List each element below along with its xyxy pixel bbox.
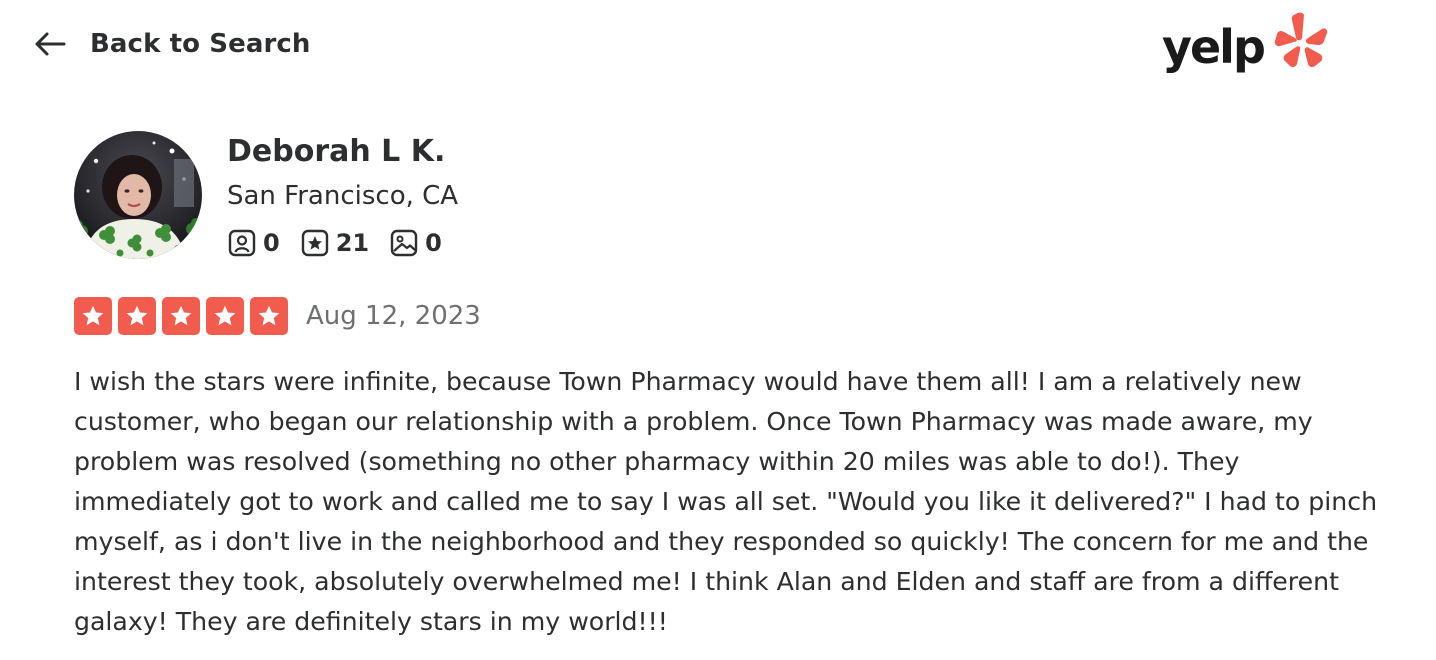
yelp-burst-icon <box>1274 12 1328 68</box>
star-rating: Aug 12, 2023 <box>74 297 481 335</box>
avatar-photo <box>74 131 202 259</box>
review-page: Back to Search yelp Deborah L K. San Fra… <box>0 0 1436 660</box>
reviews-stat: 21 <box>300 228 369 258</box>
star-icon <box>126 305 148 326</box>
user-stats: 0 21 0 <box>227 228 462 258</box>
star-5 <box>250 297 288 335</box>
yelp-logo-wordmark: yelp <box>1162 20 1266 74</box>
user-name[interactable]: Deborah L K. <box>227 132 445 172</box>
star-1 <box>74 297 112 335</box>
star-icon <box>82 305 104 326</box>
photo-icon <box>390 229 418 257</box>
user-location: San Francisco, CA <box>227 181 459 211</box>
star-2 <box>118 297 156 335</box>
arrow-left-icon <box>32 26 68 62</box>
star-4 <box>206 297 244 335</box>
reviews-count: 21 <box>335 229 370 257</box>
review-star-icon <box>301 229 328 257</box>
back-to-search-link[interactable]: Back to Search <box>32 26 311 62</box>
star-icon <box>214 305 236 326</box>
friends-count: 0 <box>263 229 280 257</box>
star-icon <box>170 305 192 326</box>
photos-count: 0 <box>425 229 442 257</box>
review-date: Aug 12, 2023 <box>306 301 481 331</box>
back-to-search-label: Back to Search <box>90 29 311 59</box>
star-icon <box>258 305 280 326</box>
friends-icon <box>228 229 256 257</box>
yelp-logo[interactable]: yelp <box>1162 10 1332 80</box>
photos-stat: 0 <box>389 228 442 258</box>
review-text: I wish the stars were infinite, because … <box>74 367 1378 636</box>
star-3 <box>162 297 200 335</box>
friends-stat: 0 <box>227 228 280 258</box>
user-avatar[interactable] <box>74 131 202 259</box>
